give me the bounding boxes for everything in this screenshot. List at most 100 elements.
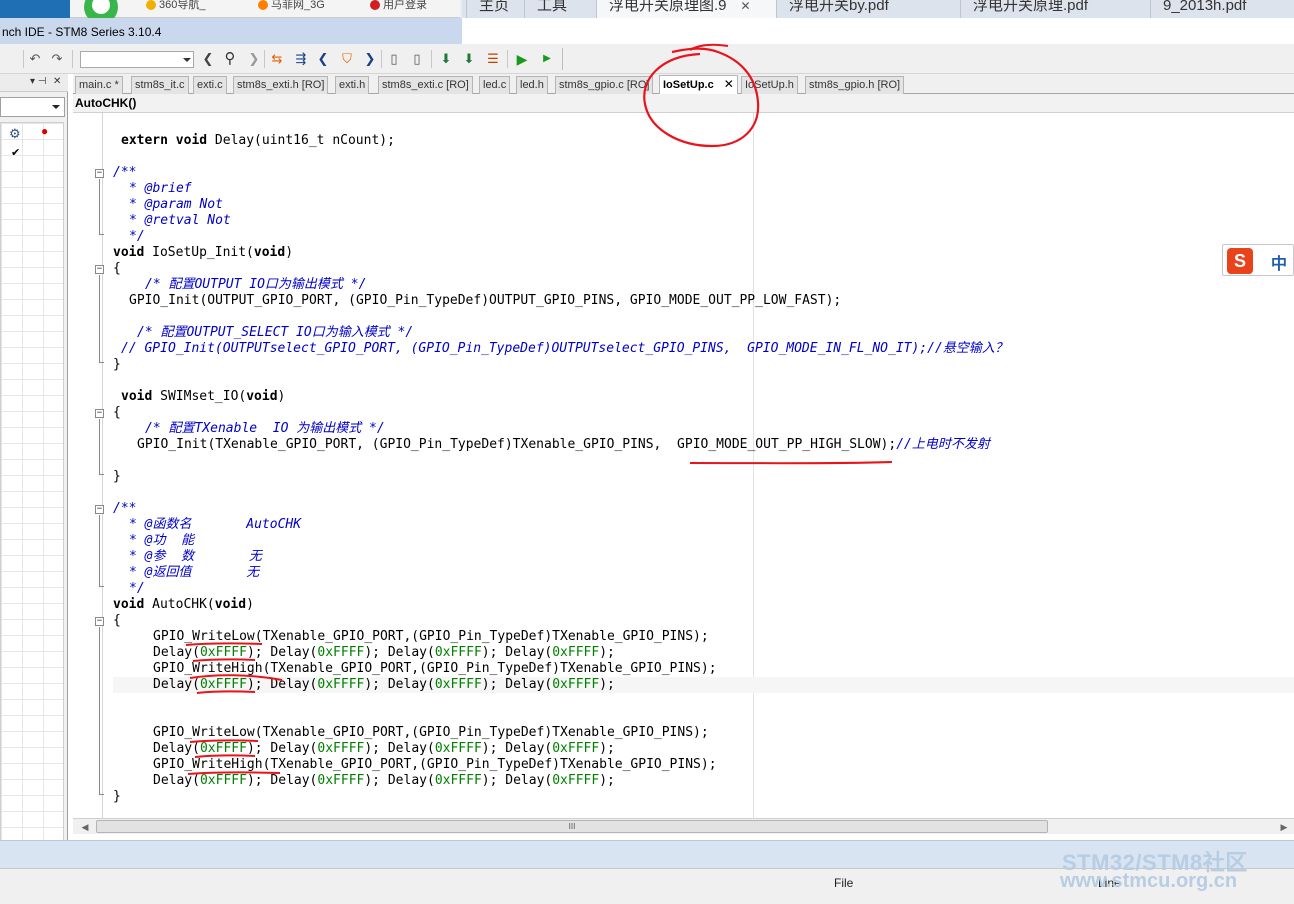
ime-logo-icon[interactable]: S	[1227, 248, 1253, 274]
code-line[interactable]: */	[113, 229, 145, 245]
code-line[interactable]: }	[113, 469, 121, 485]
tab-led-h[interactable]: led.h	[516, 76, 548, 94]
code-line[interactable]: * @参 数 无	[113, 549, 262, 565]
fold-toggle-icon[interactable]: −	[95, 169, 104, 178]
bg-rtab-3[interactable]: 浮电开关by.pdf	[776, 0, 960, 18]
download-icon[interactable]: ⬇	[437, 50, 455, 68]
fold-toggle-icon[interactable]: −	[95, 505, 104, 514]
code-line[interactable]: }	[113, 357, 121, 373]
check-icon[interactable]: ✔	[11, 146, 20, 159]
code-line[interactable]: {	[113, 261, 121, 277]
search-icon[interactable]: ⚲	[221, 50, 239, 68]
gear-icon[interactable]: ⚙	[9, 126, 21, 142]
panel-pin-icon[interactable]: ▾ ⊣	[30, 76, 47, 87]
ime-mode-indicator[interactable]: 中	[1271, 250, 1287, 274]
page-prev-icon[interactable]: ▯	[385, 50, 403, 68]
scroll-right-icon[interactable]: ▶	[1276, 819, 1292, 835]
page-next-icon[interactable]: ▯	[408, 50, 426, 68]
close-icon[interactable]: ✕	[53, 76, 61, 87]
fold-toggle-icon[interactable]: −	[95, 617, 104, 626]
code-line[interactable]: void AutoCHK(void)	[113, 597, 254, 613]
bg-rtab-home[interactable]: 主页	[466, 0, 521, 18]
code-line[interactable]: extern void Delay(uint16_t nCount);	[113, 133, 395, 149]
tab-stm8s-it-c[interactable]: stm8s_it.c	[131, 76, 189, 94]
tab-led-c[interactable]: led.c	[479, 76, 511, 94]
code-line[interactable]: {	[113, 613, 121, 629]
list-indent-icon[interactable]: ⇶	[292, 50, 310, 68]
code-line[interactable]: * @brief	[113, 181, 192, 197]
bookmark-icon[interactable]: ⛉	[338, 50, 356, 68]
run-small-icon[interactable]: ▶	[538, 50, 556, 68]
swap-icon[interactable]: ⇆	[268, 50, 286, 68]
fold-toggle-icon[interactable]: −	[95, 409, 104, 418]
code-line[interactable]: {	[113, 405, 121, 421]
bg-tab-1[interactable]: 马菲网_3G	[258, 0, 325, 11]
bg-rtab-4[interactable]: 浮电开关原理.pdf	[960, 0, 1150, 18]
chevron-down-icon[interactable]	[183, 58, 191, 62]
redo-icon[interactable]: ↷	[48, 50, 66, 68]
code-token: GPIO_Init(TXenable_GPIO_PORT, (GPIO_Pin_…	[137, 437, 897, 452]
code-line[interactable]: */	[113, 581, 145, 597]
code-line[interactable]: GPIO_WriteHigh(TXenable_GPIO_PORT,(GPIO_…	[113, 757, 717, 773]
horizontal-scrollbar[interactable]: ◀ III ▶	[73, 818, 1294, 834]
code-line[interactable]: /**	[113, 501, 136, 517]
breakpoint-dot-icon[interactable]: ●	[41, 124, 48, 138]
bg-tab-0[interactable]: 360导航_	[146, 0, 205, 11]
nav-prev-icon[interactable]: ❮	[314, 50, 332, 68]
code-line[interactable]: /* 配置OUTPUT_SELECT IO口为输入模式 */	[113, 325, 413, 341]
nav-forward-icon[interactable]: ❯	[245, 50, 263, 68]
function-navigator[interactable]: AutoCHK()	[73, 94, 1294, 113]
code-line[interactable]: * @函数名 AutoCHK	[113, 517, 301, 533]
code-line[interactable]: /* 配置TXenable IO 为输出模式 */	[113, 421, 385, 437]
scroll-left-icon[interactable]: ◀	[77, 819, 93, 835]
chevron-down-icon[interactable]	[52, 105, 60, 109]
code-line[interactable]: GPIO_WriteLow(TXenable_GPIO_PORT,(GPIO_P…	[113, 725, 709, 741]
toolbar-grip[interactable]	[562, 48, 572, 70]
code-line[interactable]: GPIO_Init(TXenable_GPIO_PORT, (GPIO_Pin_…	[113, 437, 990, 453]
code-line[interactable]: // GPIO_Init(OUTPUTselect_GPIO_PORT, (GP…	[113, 341, 1008, 357]
bg-rtab-tools[interactable]: 工具	[524, 0, 579, 18]
bg-tab-2[interactable]: 用户登录	[370, 0, 427, 11]
tab-stm8s-gpio-h[interactable]: stm8s_gpio.h [RO]	[805, 76, 905, 94]
code-line[interactable]: * @返回值 无	[113, 565, 259, 581]
bg-rtab-active[interactable]: 浮电开关原理图.9 ✕	[596, 0, 776, 18]
code-line[interactable]: GPIO_WriteLow(TXenable_GPIO_PORT,(GPIO_P…	[113, 629, 709, 645]
code-line[interactable]: void SWIMset_IO(void)	[113, 389, 285, 405]
code-line[interactable]: Delay(0xFFFF); Delay(0xFFFF); Delay(0xFF…	[113, 773, 615, 789]
list-icon[interactable]: ☰	[484, 50, 502, 68]
download-alt-icon[interactable]: ⬇	[460, 50, 478, 68]
code-line[interactable]: * @param Not	[113, 197, 223, 213]
tab-main-c[interactable]: main.c *	[75, 76, 123, 94]
bg-rtab-5[interactable]: 9_2013h.pdf	[1150, 0, 1294, 18]
tab-iosetup-c[interactable]: IoSetUp.c ✕	[659, 75, 738, 95]
undo-icon[interactable]: ↶	[26, 50, 44, 68]
code-line[interactable]: }	[113, 789, 121, 805]
ime-toolbar[interactable]: S 中	[1222, 244, 1294, 276]
code-line[interactable]: * @功 能	[113, 533, 194, 549]
scrollbar-thumb[interactable]: III	[96, 820, 1048, 833]
code-line[interactable]: Delay(0xFFFF); Delay(0xFFFF); Delay(0xFF…	[113, 741, 615, 757]
left-panel-combo[interactable]	[0, 97, 65, 117]
close-icon[interactable]: ✕	[724, 77, 734, 91]
code-line[interactable]: /* 配置OUTPUT IO口为输出模式 */	[113, 277, 366, 293]
tab-stm8s-exti-c[interactable]: stm8s_exti.c [RO]	[378, 76, 473, 94]
code-editor[interactable]: − − − − − extern void Delay(uint16_t nCo…	[73, 113, 1294, 818]
tab-stm8s-exti-h[interactable]: stm8s_exti.h [RO]	[233, 76, 329, 94]
code-line[interactable]: void IoSetUp_Init(void)	[113, 245, 293, 261]
code-line[interactable]: GPIO_WriteHigh(TXenable_GPIO_PORT,(GPIO_…	[113, 661, 717, 677]
code-line-current[interactable]: Delay(0xFFFF); Delay(0xFFFF); Delay(0xFF…	[113, 677, 1294, 693]
tab-exti-h[interactable]: exti.h	[335, 76, 370, 94]
code-line[interactable]: Delay(0xFFFF); Delay(0xFFFF); Delay(0xFF…	[113, 645, 615, 661]
code-line[interactable]: GPIO_Init(OUTPUT_GPIO_PORT, (GPIO_Pin_Ty…	[113, 293, 841, 309]
nav-next-icon[interactable]: ❯	[361, 50, 379, 68]
find-combo[interactable]	[80, 51, 194, 68]
fold-toggle-icon[interactable]: −	[95, 265, 104, 274]
tab-stm8s-gpio-c[interactable]: stm8s_gpio.c [RO]	[555, 76, 654, 94]
run-icon[interactable]: ▶	[513, 50, 531, 68]
bg-rtab-close-icon[interactable]: ✕	[741, 0, 751, 13]
tab-iosetup-h[interactable]: IoSetUp.h	[741, 76, 798, 94]
code-line[interactable]: * @retval Not	[113, 213, 231, 229]
nav-back-icon[interactable]: ❮	[199, 50, 217, 68]
code-line[interactable]: /**	[113, 165, 136, 181]
tab-exti-c[interactable]: exti.c	[193, 76, 227, 94]
